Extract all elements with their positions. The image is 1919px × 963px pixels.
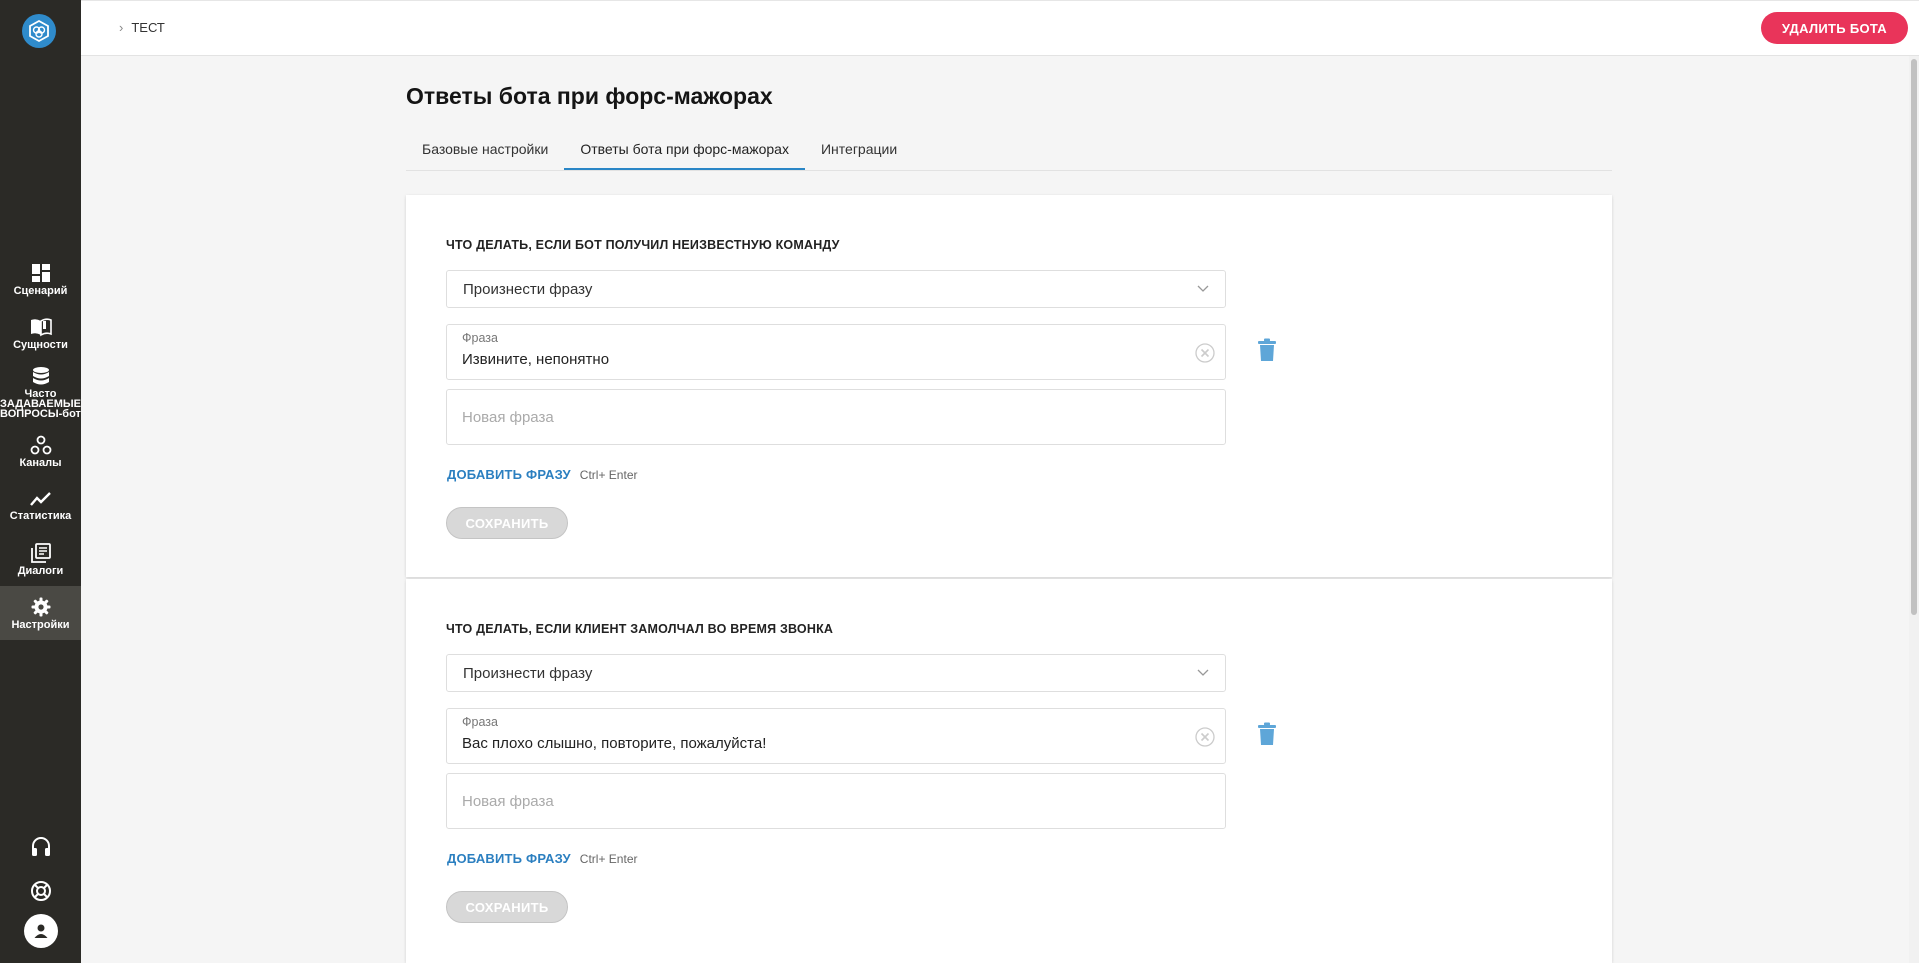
phrase-field[interactable]: Фраза Вас плохо слышно, повторите, пожал… bbox=[446, 708, 1226, 764]
phrase-field-value: Вас плохо слышно, повторите, пожалуйста! bbox=[462, 735, 767, 752]
channels-icon bbox=[30, 435, 51, 454]
add-phrase-button[interactable]: ДОБАВИТЬ ФРАЗУ bbox=[447, 851, 571, 866]
tab-force-majeure[interactable]: Ответы бота при форс-мажорах bbox=[564, 130, 805, 170]
sidebar-item-dialogs[interactable]: Диалоги bbox=[0, 532, 81, 586]
sidebar-item-label: Сущности bbox=[13, 338, 68, 351]
breadcrumb-item[interactable]: ТЕСТ bbox=[131, 20, 165, 35]
sidebar-item-label: Диалоги bbox=[17, 564, 64, 577]
tab-basic-settings[interactable]: Базовые настройки bbox=[406, 130, 564, 170]
save-button[interactable]: СОХРАНИТЬ bbox=[446, 507, 568, 539]
new-phrase-input[interactable] bbox=[446, 773, 1226, 829]
help-button[interactable] bbox=[0, 880, 81, 902]
action-select-value: Произнести фразу bbox=[463, 664, 593, 682]
clear-icon[interactable] bbox=[1195, 343, 1215, 363]
main-content: Ответы бота при форс-мажорах Базовые нас… bbox=[406, 56, 1612, 963]
phrase-field-value: Извините, непонятно bbox=[462, 351, 610, 368]
database-icon bbox=[32, 366, 49, 384]
breadcrumb: › ТЕСТ bbox=[119, 20, 165, 35]
add-phrase-button[interactable]: ДОБАВИТЬ ФРАЗУ bbox=[447, 467, 571, 482]
avatar-icon bbox=[23, 914, 58, 948]
sidebar-item-settings[interactable]: Настройки bbox=[0, 586, 81, 640]
unknown-command-card: ЧТО ДЕЛАТЬ, ЕСЛИ БОТ ПОЛУЧИЛ НЕИЗВЕСТНУЮ… bbox=[406, 195, 1612, 577]
page-scrollbar[interactable] bbox=[1909, 56, 1919, 963]
sidebar-item-label: Сценарий bbox=[13, 284, 68, 297]
add-phrase-row: ДОБАВИТЬ ФРАЗУ Ctrl+ Enter bbox=[447, 851, 637, 866]
chart-icon bbox=[29, 491, 51, 506]
add-phrase-row: ДОБАВИТЬ ФРАЗУ Ctrl+ Enter bbox=[447, 467, 637, 482]
save-button[interactable]: СОХРАНИТЬ bbox=[446, 891, 568, 923]
phrase-field-label: Фраза bbox=[462, 715, 498, 729]
book-icon bbox=[30, 317, 52, 336]
shortcut-hint: Ctrl+ Enter bbox=[579, 852, 638, 866]
action-select[interactable]: Произнести фразу bbox=[446, 654, 1226, 692]
dialogs-icon bbox=[30, 542, 51, 563]
phrase-field[interactable]: Фраза Извините, непонятно bbox=[446, 324, 1226, 380]
lifebuoy-icon bbox=[30, 881, 51, 901]
clear-icon[interactable] bbox=[1195, 727, 1215, 747]
section-title: ЧТО ДЕЛАТЬ, ЕСЛИ КЛИЕНТ ЗАМОЛЧАЛ ВО ВРЕМ… bbox=[446, 622, 834, 636]
sidebar-item-channels[interactable]: Каналы bbox=[0, 424, 81, 478]
sidebar-item-label: Статистика bbox=[9, 509, 72, 522]
sidebar-item-scenario[interactable]: Сценарий bbox=[0, 252, 81, 306]
gear-icon bbox=[31, 597, 50, 616]
page-title: Ответы бота при форс-мажорах bbox=[406, 83, 773, 109]
delete-bot-button[interactable]: УДАЛИТЬ БОТА bbox=[1760, 12, 1908, 44]
sidebar-item-statistics[interactable]: Статистика bbox=[0, 478, 81, 532]
scrollbar-thumb[interactable] bbox=[1911, 59, 1917, 615]
headset-icon bbox=[31, 837, 50, 856]
header: › ТЕСТ УДАЛИТЬ БОТА bbox=[81, 0, 1919, 56]
trash-icon[interactable] bbox=[1257, 338, 1277, 362]
dashboard-icon bbox=[31, 263, 50, 282]
profile-button[interactable] bbox=[0, 914, 81, 948]
action-select[interactable]: Произнести фразу bbox=[446, 270, 1226, 308]
chevron-down-icon bbox=[1197, 669, 1209, 676]
sidebar-item-faq-bot[interactable]: Часто ЗАДАВАЕМЫЕ ВОПРОСЫ-бот bbox=[0, 360, 81, 424]
chevron-right-icon: › bbox=[119, 20, 124, 35]
logo-icon[interactable] bbox=[22, 14, 56, 48]
sidebar: Сценарий Сущности Часто ЗАДАВАЕМЫЕ ВОПРО… bbox=[0, 0, 81, 963]
sidebar-item-label: Настройки bbox=[11, 618, 70, 631]
new-phrase-input[interactable] bbox=[446, 389, 1226, 445]
shortcut-hint: Ctrl+ Enter bbox=[579, 468, 638, 482]
tabs: Базовые настройки Ответы бота при форс-м… bbox=[406, 130, 1612, 171]
client-silent-card: ЧТО ДЕЛАТЬ, ЕСЛИ КЛИЕНТ ЗАМОЛЧАЛ ВО ВРЕМ… bbox=[406, 579, 1612, 963]
phrase-field-label: Фраза bbox=[462, 331, 498, 345]
chevron-down-icon bbox=[1197, 285, 1209, 292]
tab-integrations[interactable]: Интеграции bbox=[805, 130, 913, 170]
sidebar-item-label: Каналы bbox=[19, 456, 62, 469]
sidebar-nav: Сценарий Сущности Часто ЗАДАВАЕМЫЕ ВОПРО… bbox=[0, 252, 81, 640]
section-title: ЧТО ДЕЛАТЬ, ЕСЛИ БОТ ПОЛУЧИЛ НЕИЗВЕСТНУЮ… bbox=[446, 238, 840, 252]
sidebar-item-entities[interactable]: Сущности bbox=[0, 306, 81, 360]
action-select-value: Произнести фразу bbox=[463, 280, 593, 298]
trash-icon[interactable] bbox=[1257, 722, 1277, 746]
sidebar-item-label: Часто ЗАДАВАЕМЫЕ ВОПРОСЫ-бот bbox=[0, 387, 81, 420]
support-button[interactable] bbox=[0, 836, 81, 858]
